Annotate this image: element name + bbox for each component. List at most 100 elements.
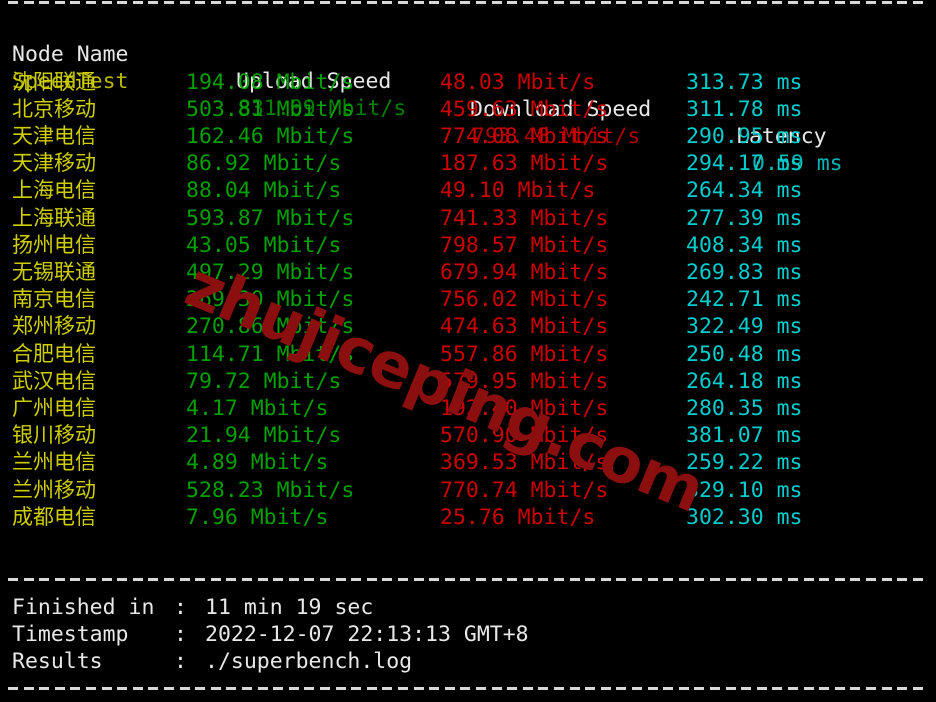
separator-dash [257,687,268,690]
latency-value: 302.30 ms [686,504,803,530]
node-name: 上海联通 [12,205,96,230]
table-row: 上海电信 88.04 Mbit/s 49.10 Mbit/s 264.34 ms [0,177,936,204]
separator-dash [647,1,658,4]
separator-dash [554,687,564,690]
separator-dash [288,687,299,690]
download-speed-value: 774.08 Mbit/s [440,123,609,149]
upload-speed-value: 4.17 Mbit/s [186,395,329,421]
separator-dash [538,1,549,4]
separator-dash [866,578,876,581]
node-name: 南京电信 [12,287,96,312]
separator-dash [600,578,611,581]
separator-dash [132,1,143,4]
table-header-row: Node Name Upload Speed Download Speed La… [0,14,936,149]
separator-dash [538,687,549,690]
separator-dash [398,1,408,4]
separator-dash [413,1,424,4]
separator-dash [507,687,518,690]
separator-dash [850,687,861,690]
separator-dash [242,687,252,690]
separator-dash [382,1,393,4]
separator-dash [850,578,861,581]
separator-dash [632,1,642,4]
separator-dash [70,578,81,581]
separator-dash [8,1,18,4]
summary-row: Results: ./superbench.log [0,648,936,675]
separator-dash [398,687,408,690]
separator-summary-top [8,578,928,581]
download-speed-value: 369.53 Mbit/s [440,450,609,476]
separator-dash [117,687,128,690]
separator-dash [304,1,315,4]
separator-dash [210,1,221,4]
separator-dash [756,687,767,690]
separator-dash [772,578,783,581]
separator-dash [382,578,393,581]
separator-dash [54,578,65,581]
separator-dash [179,687,190,690]
separator-dash [86,687,96,690]
separator-dash [320,1,330,4]
separator-dash [288,1,299,4]
summary-value: 11 min 19 sec [205,595,374,620]
latency-value: 322.49 ms [686,314,803,340]
summary-row: Timestamp:2022-12-07 22:13:13 GMT+8 [0,621,936,648]
upload-speed-value: 497.29 Mbit/s [186,259,355,285]
separator-dash [803,687,814,690]
table-row: 天津移动 86.92 Mbit/s 187.63 Mbit/s 294.17 ms [0,150,936,177]
separator-dash [460,1,471,4]
separator-dash [210,687,221,690]
separator-dash [741,578,752,581]
separator-dash [444,578,455,581]
upload-speed-value: 21.94 Mbit/s [186,423,342,449]
separator-dash [366,578,377,581]
separator-dash [788,1,798,4]
separator-dash [132,687,143,690]
upload-speed-value: 7.96 Mbit/s [186,504,329,530]
separator-dash [304,578,315,581]
separator-dash [834,578,845,581]
separator-dash [288,578,299,581]
separator-dash [86,1,96,4]
node-name: 成都电信 [12,504,96,529]
separator-dash [616,578,627,581]
latency-value: 242.71 ms [686,287,803,313]
node-name: 合肥电信 [12,341,96,366]
latency-value: 408.34 ms [686,232,803,258]
separator-dash [912,578,923,581]
separator-dash [148,1,159,4]
separator-dash [476,1,486,4]
upload-speed-value: 4.89 Mbit/s [186,450,329,476]
download-speed-value: 557.86 Mbit/s [440,341,609,367]
separator-dash [819,578,830,581]
summary-colon: : [174,622,187,648]
separator-dash [429,1,440,4]
download-speed-value: 25.76 Mbit/s [440,504,596,530]
separator-dash [756,1,767,4]
separator-dash [600,687,611,690]
table-row: 武汉电信 79.72 Mbit/s 579.95 Mbit/s 264.18 ms [0,368,936,395]
summary-label: Results [12,649,103,675]
separator-dash [117,1,128,4]
download-speed-value: 570.90 Mbit/s [440,423,609,449]
separator-dash [164,1,174,4]
separator-dash [86,578,96,581]
separator-dash [585,578,596,581]
separator-dash [39,1,50,4]
separator-dash [491,687,502,690]
separator-dash [210,578,221,581]
node-name: 无锡联通 [12,259,96,284]
separator-dash [54,1,65,4]
separator-dash [663,578,674,581]
separator-dash [678,1,689,4]
node-name: 天津移动 [12,151,96,176]
separator-dash [741,687,752,690]
separator-dash [647,687,658,690]
download-speed-value: 579.95 Mbit/s [440,368,609,394]
separator-dash [39,578,50,581]
summary-row: Finished in:11 min 19 sec [0,594,936,621]
table-row: 扬州电信 43.05 Mbit/s 798.57 Mbit/s 408.34 ms [0,232,936,259]
summary-value: ./superbench.log [205,649,413,675]
separator-dash [819,687,830,690]
table-row: 兰州移动 528.23 Mbit/s 770.74 Mbit/s 329.10 ms [0,477,936,504]
